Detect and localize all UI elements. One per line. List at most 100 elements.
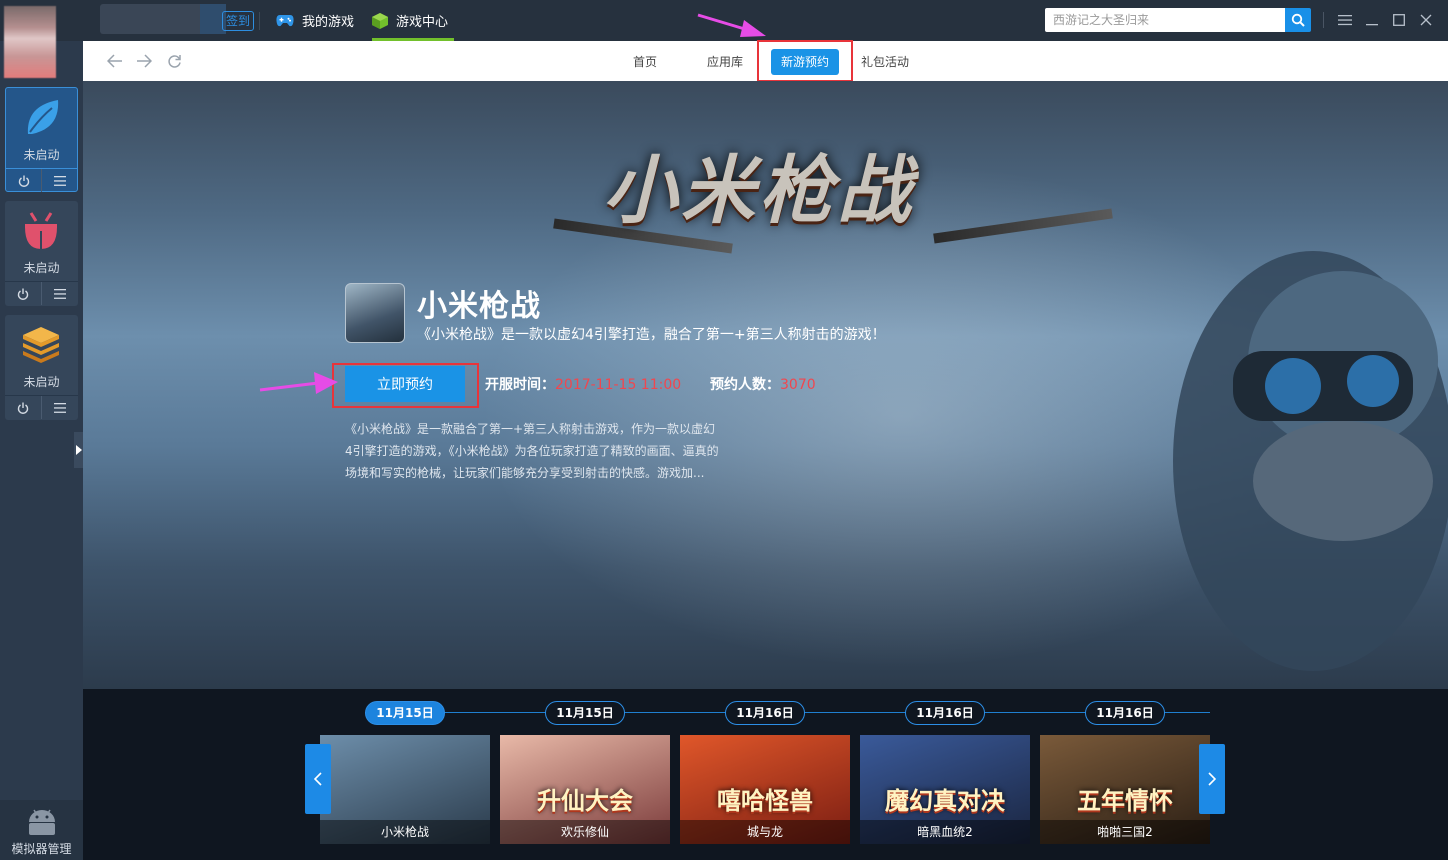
timeline-date[interactable]: 11月16日 [1085, 701, 1165, 725]
soldier-figure-icon [1173, 251, 1448, 671]
game-icon [345, 283, 405, 343]
gamepad-icon [276, 14, 294, 26]
emulator-slot-1[interactable]: 未启动 [5, 87, 78, 192]
cube-icon [372, 12, 388, 29]
open-time-label: 开服时间： [485, 377, 555, 393]
emulator-status: 未启动 [23, 261, 60, 275]
game-card-art-text: 嘻哈怪兽 [717, 786, 813, 815]
emulator-menu-button[interactable] [41, 282, 78, 305]
back-button[interactable] [105, 51, 125, 71]
timeline-date[interactable]: 11月15日 [365, 701, 445, 725]
close-button[interactable] [1417, 11, 1435, 29]
highlight-box [757, 40, 853, 82]
annotation-arrow-icon [697, 13, 766, 37]
game-card[interactable]: 升仙大会 欢乐修仙 [500, 735, 670, 844]
carousel-prev-button[interactable] [305, 744, 331, 814]
game-description: 《小米枪战》是一款融合了第一+第三人称射击游戏，作为一款以虚幻4引擎打造的游戏，… [345, 422, 719, 480]
emulator-slot-2[interactable]: 未启动 [5, 201, 78, 306]
tab-game-center-label: 游戏中心 [396, 15, 449, 30]
tab-my-games[interactable]: 我的游戏 [276, 0, 354, 41]
timeline-date[interactable]: 11月15日 [545, 701, 625, 725]
bug-icon [25, 212, 57, 249]
refresh-button[interactable] [164, 51, 184, 71]
checkin-button[interactable]: 签到 [222, 11, 255, 31]
reservation-count-value: 3070 [780, 377, 816, 393]
emulator-sidebar: 未启动 未启动 未启动 [0, 41, 83, 860]
reservation-count: 预约人数：3070 [710, 374, 816, 394]
window-separator [1323, 12, 1324, 28]
arrow-right-icon [137, 54, 152, 68]
power-button[interactable] [5, 282, 41, 305]
power-icon [17, 288, 29, 300]
emulator-controls [5, 281, 78, 305]
emulator-menu-button[interactable] [41, 396, 78, 419]
search-button[interactable] [1285, 8, 1311, 32]
search-icon [1291, 13, 1305, 27]
emulator-manager-button[interactable]: 模拟器管理 [0, 800, 83, 860]
game-tagline: 《小米枪战》是一款以虚幻4引擎打造，融合了第一+第三人称射击的游戏！ [417, 327, 886, 343]
list-icon [54, 402, 66, 413]
game-card-title: 暗黑血统2 [860, 820, 1030, 844]
game-card[interactable]: 魔幻真对决 暗黑血统2 [860, 735, 1030, 844]
list-icon [53, 175, 66, 186]
close-icon [1420, 14, 1432, 26]
banner-title-art: 小米枪战 [603, 148, 915, 234]
minimize-icon [1366, 24, 1378, 26]
search-input[interactable] [1045, 8, 1285, 32]
power-icon [17, 402, 29, 414]
power-icon [18, 175, 29, 187]
annotation-arrow-icon [259, 372, 338, 394]
tab-gift-packs[interactable]: 礼包活动 [851, 49, 919, 75]
open-time-value: 2017-11-15 11:00 [555, 377, 682, 393]
emulator-status: 未启动 [23, 375, 60, 389]
minimize-button[interactable] [1363, 11, 1381, 29]
reservation-count-label: 预约人数： [710, 377, 780, 393]
emulator-status: 未启动 [23, 148, 60, 162]
emulator-slot-3[interactable]: 未启动 [5, 315, 78, 420]
power-button[interactable] [6, 169, 41, 192]
menu-button[interactable] [1336, 11, 1354, 29]
game-card-art-text: 升仙大会 [537, 786, 633, 815]
game-card-title: 啪啪三国2 [1040, 820, 1210, 844]
leaf-icon [27, 100, 59, 134]
highlight-box [332, 363, 479, 408]
forward-button[interactable] [134, 51, 154, 71]
tab-game-center[interactable]: 游戏中心 [372, 0, 455, 41]
game-card-title: 欢乐修仙 [500, 820, 670, 844]
blurred-username [100, 4, 210, 34]
tab-home[interactable]: 首页 [623, 49, 667, 75]
maximize-button[interactable] [1390, 11, 1408, 29]
game-card-title: 小米枪战 [320, 820, 490, 844]
game-card-art-text: 魔幻真对决 [885, 786, 1005, 815]
game-name: 小米枪战 [417, 289, 541, 324]
timeline-date[interactable]: 11月16日 [905, 701, 985, 725]
game-card[interactable]: 嘻哈怪兽 城与龙 [680, 735, 850, 844]
chevron-right-icon [1208, 772, 1216, 786]
carousel-next-button[interactable] [1199, 744, 1225, 814]
emulator-manager-label: 模拟器管理 [11, 842, 72, 856]
game-card[interactable]: 五年情怀 啪啪三国2 [1040, 735, 1210, 844]
caret-right-icon [75, 445, 82, 455]
tab-my-games-label: 我的游戏 [302, 15, 355, 30]
tab-app-library[interactable]: 应用库 [697, 49, 753, 75]
game-card-art-text: 五年情怀 [1077, 786, 1173, 815]
emulator-controls [6, 168, 77, 192]
hamburger-icon [1338, 15, 1352, 26]
power-button[interactable] [5, 396, 41, 419]
game-card-title: 城与龙 [680, 820, 850, 844]
game-card[interactable]: 小米枪战 [320, 735, 490, 844]
open-time: 开服时间：2017-11-15 11:00 [485, 374, 681, 394]
sidebar-collapse-toggle[interactable] [74, 432, 83, 468]
refresh-icon [167, 54, 181, 68]
emulator-menu-button[interactable] [41, 169, 77, 192]
android-icon [29, 809, 55, 835]
layers-icon [23, 327, 59, 363]
emulator-controls [5, 395, 78, 419]
maximize-icon [1393, 14, 1405, 26]
avatar[interactable] [4, 6, 56, 78]
timeline-date[interactable]: 11月16日 [725, 701, 805, 725]
list-icon [54, 288, 66, 299]
arrow-left-icon [107, 54, 122, 68]
title-separator [259, 12, 260, 30]
chevron-left-icon [314, 772, 322, 786]
